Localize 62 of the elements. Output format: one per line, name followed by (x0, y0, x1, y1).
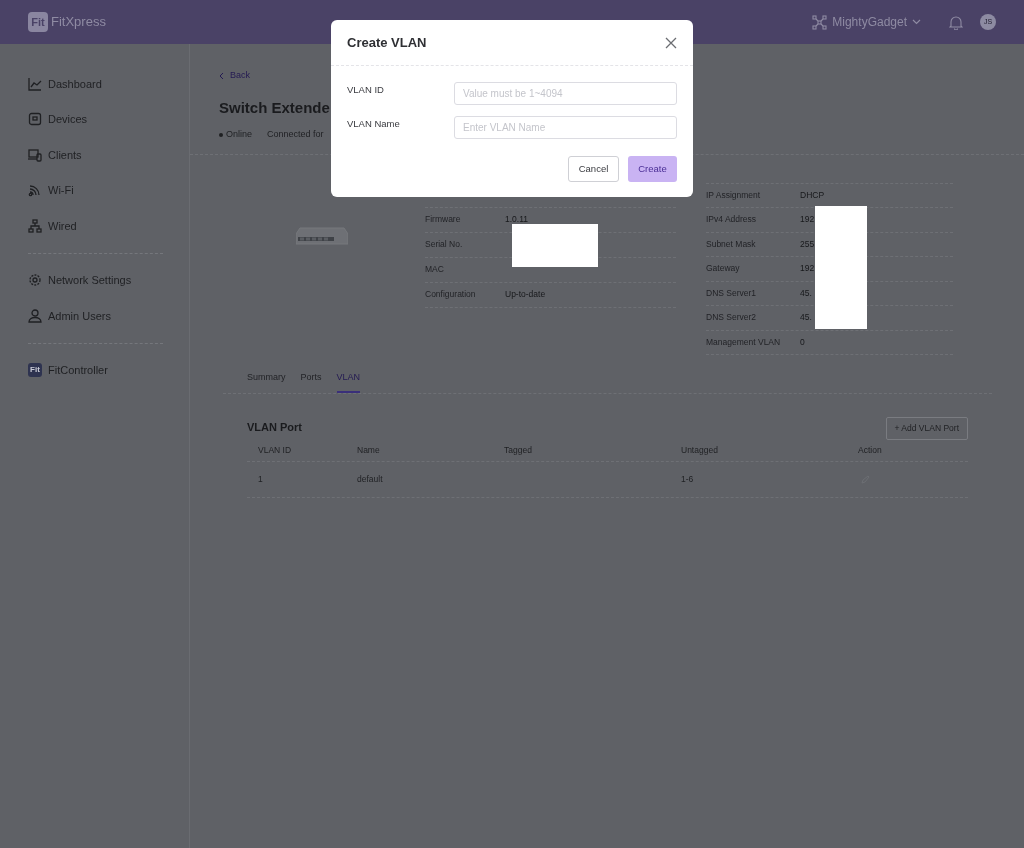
info-label: DNS Server1 (706, 286, 758, 300)
column-header: Untagged (681, 444, 718, 455)
site-selector[interactable]: MightyGadget (812, 13, 921, 31)
chart-icon (28, 76, 42, 91)
user-icon (28, 308, 42, 323)
info-value: 45. (800, 311, 812, 325)
sidebar-item[interactable]: Clients (28, 137, 163, 173)
info-value: Up-to-date (505, 288, 546, 301)
tab[interactable]: Ports (300, 371, 322, 393)
field-label: VLAN Name (347, 117, 401, 131)
sidebar-item[interactable]: Fit FitController (28, 352, 163, 388)
info-value: 1.0.11 (505, 213, 528, 226)
info-label: IP Assignment (706, 188, 762, 202)
info-label: MAC (425, 263, 445, 276)
info-value: 192 (800, 213, 815, 227)
device-title: Switch Extende (219, 97, 331, 118)
devices-icon (28, 147, 42, 162)
info-label: Gateway (706, 262, 741, 276)
sidebar-item[interactable]: Admin Users (28, 298, 163, 334)
table-cell: 1-6 (681, 473, 694, 484)
logo-icon: Fit (28, 363, 42, 378)
switch-drawing (296, 226, 348, 246)
info-label: DNS Server2 (706, 311, 758, 325)
sidebar-item[interactable]: Dashboard (28, 66, 163, 102)
cancel-button[interactable]: Cancel (568, 156, 619, 182)
bell-icon[interactable] (949, 14, 963, 30)
table-cell: 1 (258, 473, 263, 484)
info-value: 45. (800, 286, 812, 300)
column-header: VLAN ID (258, 444, 292, 455)
sidebar-item[interactable]: Devices (28, 101, 163, 137)
logo-icon: Fit (28, 12, 48, 32)
info-value: 255 (800, 237, 815, 251)
back-link[interactable]: Back (219, 69, 1024, 83)
info-value: DHCP (800, 188, 825, 202)
table-cell: default (357, 473, 383, 484)
input-field[interactable]: Value must be 1~4094 (454, 82, 677, 105)
info-value: 0 (800, 335, 805, 349)
chevron-down-icon (912, 19, 921, 25)
network-icon (28, 218, 42, 233)
app-name: FitXpress (51, 13, 106, 32)
tab[interactable]: VLAN (336, 371, 361, 393)
column-header: Tagged (504, 444, 532, 455)
info-value: 192 (800, 262, 815, 276)
settings-icon (28, 273, 42, 288)
info-label: Management VLAN (706, 335, 782, 349)
input-field[interactable]: Enter VLAN Name (454, 116, 677, 139)
dialog-title: Create VLAN (347, 33, 427, 52)
close-icon[interactable] (665, 36, 677, 49)
sidebar-item[interactable]: Wi-Fi (28, 172, 163, 208)
chevron-left-icon (219, 71, 224, 80)
connected-text: Connected for (267, 128, 324, 141)
info-label: Firmware (425, 213, 462, 226)
device-icon (28, 112, 42, 127)
section-title: VLAN Port (247, 420, 302, 435)
info-label: Subnet Mask (706, 237, 757, 251)
wifi-icon (28, 183, 42, 198)
network-icon (812, 14, 828, 30)
column-header: Name (357, 444, 380, 455)
sidebar-item[interactable]: Network Settings (28, 262, 163, 298)
sidebar-item[interactable]: Wired (28, 208, 163, 244)
info-label: Configuration (425, 288, 477, 301)
field-label: VLAN ID (347, 83, 385, 97)
